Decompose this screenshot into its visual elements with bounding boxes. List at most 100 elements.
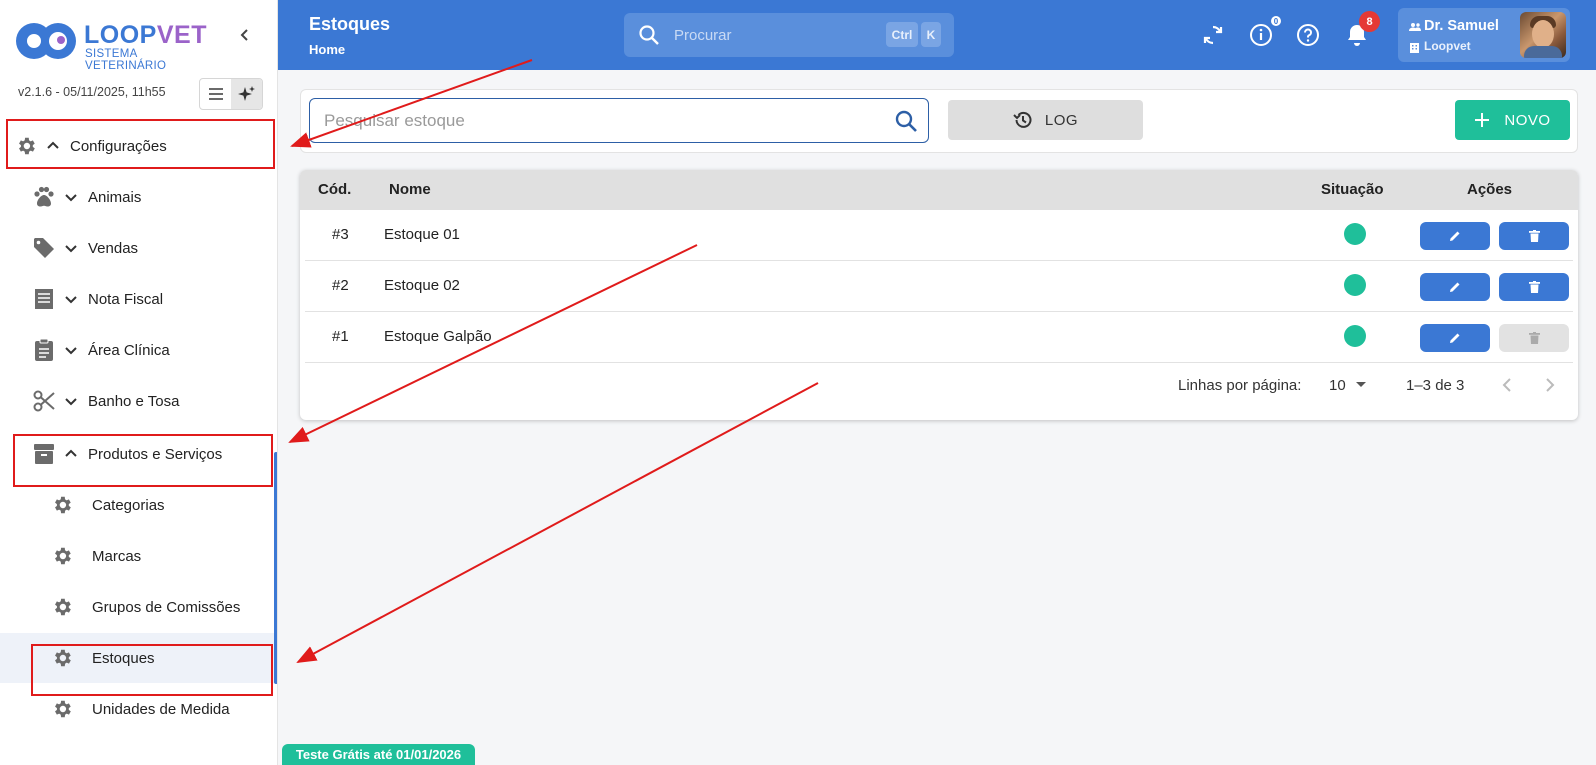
info-badge: 0 xyxy=(1271,16,1281,26)
previous-page-button[interactable] xyxy=(1500,375,1514,399)
info-icon xyxy=(1250,24,1272,46)
gear-icon xyxy=(50,544,74,568)
menu-lines-icon xyxy=(208,88,223,100)
top-bar: Estoques Home Procurar Ctrl K Dr. Samuel… xyxy=(278,0,1596,70)
sidebar-item-label: Unidades de Medida xyxy=(92,700,230,718)
sidebar-item-label: Grupos de Comissões xyxy=(92,598,241,616)
cell-cod: #3 xyxy=(332,226,349,243)
receipt-icon xyxy=(32,287,56,311)
collapse-sidebar-button[interactable] xyxy=(234,24,256,46)
chevron-up-icon xyxy=(45,138,61,154)
breadcrumb[interactable]: Home xyxy=(309,42,345,57)
annotation-arrow-3 xyxy=(296,382,819,663)
next-page-button[interactable] xyxy=(1543,375,1557,399)
pencil-icon xyxy=(1450,282,1460,292)
paw-icon xyxy=(32,185,56,209)
delete-button[interactable] xyxy=(1499,273,1569,301)
avatar xyxy=(1520,12,1566,58)
sidebar-subitem-unidades-de-medida[interactable]: Unidades de Medida xyxy=(0,684,274,734)
sidebar-item-configuracoes[interactable]: Configurações xyxy=(0,121,274,171)
archive-box-icon xyxy=(32,442,56,466)
log-button-label: LOG xyxy=(1044,111,1079,129)
sidebar-item-area-clinica[interactable]: Área Clínica xyxy=(0,325,274,375)
trash-icon xyxy=(1528,332,1540,344)
sidebar-item-label: Categorias xyxy=(92,496,165,514)
sidebar-item-label: Banho e Tosa xyxy=(88,392,180,410)
global-search[interactable]: Procurar Ctrl K xyxy=(624,13,954,57)
cell-cod: #1 xyxy=(332,328,349,345)
column-header-acoes: Ações xyxy=(1467,181,1513,198)
caret-down-icon[interactable] xyxy=(1355,377,1367,394)
cell-nome: Estoque 01 xyxy=(384,226,460,243)
chevron-left-icon xyxy=(240,29,248,41)
shortcut-key-ctrl: Ctrl xyxy=(886,22,918,47)
brand-subtitle: SISTEMA VETERINÁRIO xyxy=(85,48,167,72)
gear-icon xyxy=(50,697,74,721)
stock-search-input[interactable]: Pesquisar estoque xyxy=(309,98,929,143)
column-header-nome: Nome xyxy=(389,181,431,198)
column-header-situacao: Situação xyxy=(1321,181,1384,198)
sidebar-item-label: Marcas xyxy=(92,547,142,565)
sidebar-subitem-marcas[interactable]: Marcas xyxy=(0,531,274,581)
loopvet-logo-icon xyxy=(16,23,76,59)
table-row: #2 Estoque 02 xyxy=(305,261,1573,312)
gear-icon xyxy=(50,595,74,619)
sidebar-subitem-grupos-de-comissoes[interactable]: Grupos de Comissões xyxy=(0,582,274,632)
sidebar-item-label: Animais xyxy=(88,188,142,206)
user-menu[interactable]: Dr. Samuel Loopvet xyxy=(1398,8,1570,62)
sidebar-scrollbar[interactable] xyxy=(274,452,277,684)
scissors-icon xyxy=(32,389,56,413)
table-row: #3 Estoque 01 xyxy=(305,210,1573,261)
list-view-button[interactable] xyxy=(200,79,231,109)
edit-button[interactable] xyxy=(1420,324,1490,352)
sidebar-item-label: Estoques xyxy=(92,649,155,667)
search-icon xyxy=(639,25,659,45)
plus-icon xyxy=(1475,113,1490,127)
log-button[interactable]: LOG xyxy=(948,100,1143,140)
page-title: Estoques xyxy=(309,14,391,34)
info-button[interactable] xyxy=(1248,22,1274,48)
edit-button[interactable] xyxy=(1420,222,1490,250)
sidebar-item-animais[interactable]: Animais xyxy=(0,172,274,222)
stock-table: Cód. Nome Situação Ações #3 Estoque 01 #… xyxy=(300,170,1578,420)
clipboard-icon xyxy=(32,338,56,362)
sidebar-item-produtos-e-servicos[interactable]: Produtos e Serviços xyxy=(0,429,274,479)
table-header: Cód. Nome Situação Ações xyxy=(300,170,1578,210)
sidebar-item-banho-e-tosa[interactable]: Banho e Tosa xyxy=(0,376,274,426)
status-indicator-active xyxy=(1344,325,1366,347)
edit-button[interactable] xyxy=(1420,273,1490,301)
brand-logo[interactable]: LOOPVET SISTEMA VETERINÁRIO xyxy=(14,18,214,72)
help-icon xyxy=(1297,24,1319,46)
sidebar: LOOPVET SISTEMA VETERINÁRIO v2.1.6 - 05/… xyxy=(0,0,278,765)
sidebar-item-nota-fiscal[interactable]: Nota Fiscal xyxy=(0,274,274,324)
pagination-range: 1–3 de 3 xyxy=(1406,377,1465,394)
trash-icon xyxy=(1528,281,1540,293)
new-stock-button[interactable]: NOVO xyxy=(1455,100,1570,140)
sidebar-item-label: Produtos e Serviços xyxy=(88,445,223,463)
users-icon xyxy=(1409,23,1421,31)
chevron-down-icon xyxy=(63,342,79,358)
delete-button-disabled xyxy=(1499,324,1569,352)
trial-banner[interactable]: Teste Grátis até 01/01/2026 xyxy=(282,744,475,765)
help-button[interactable] xyxy=(1295,22,1321,48)
tag-icon xyxy=(32,236,56,260)
delete-button[interactable] xyxy=(1499,222,1569,250)
ai-view-button[interactable] xyxy=(231,79,262,109)
sidebar-subitem-categorias[interactable]: Categorias xyxy=(0,480,274,530)
user-name: Dr. Samuel xyxy=(1424,18,1499,34)
sidebar-subitem-estoques[interactable]: Estoques xyxy=(0,633,274,683)
gear-icon xyxy=(50,493,74,517)
cell-cod: #2 xyxy=(332,277,349,294)
sidebar-item-vendas[interactable]: Vendas xyxy=(0,223,274,273)
column-header-cod: Cód. xyxy=(318,181,352,198)
menu-view-toggle xyxy=(199,78,263,110)
sidebar-item-label: Nota Fiscal xyxy=(88,290,164,308)
sync-button[interactable] xyxy=(1200,22,1226,48)
chevron-down-icon xyxy=(63,291,79,307)
search-icon[interactable] xyxy=(894,109,918,133)
cell-nome: Estoque Galpão xyxy=(384,328,492,345)
sidebar-item-label: Área Clínica xyxy=(88,341,170,359)
rows-per-page-select[interactable]: 10 xyxy=(1329,377,1346,394)
version-label: v2.1.6 - 05/11/2025, 11h55 xyxy=(18,85,166,99)
pencil-icon xyxy=(1450,231,1460,241)
